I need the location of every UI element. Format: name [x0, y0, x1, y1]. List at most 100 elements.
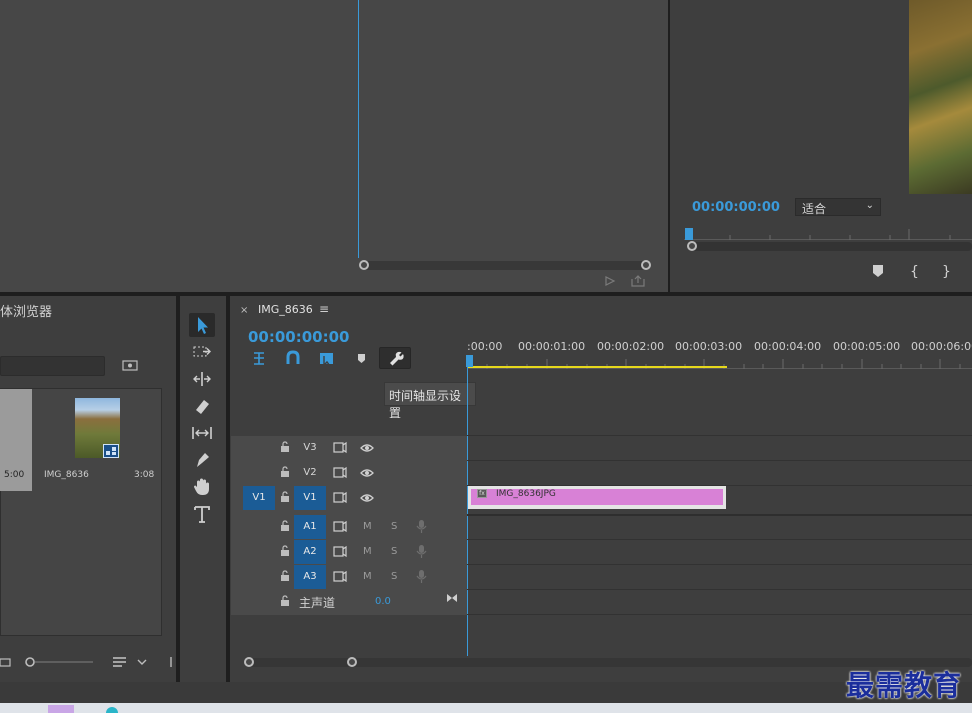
- solo-button[interactable]: S: [391, 571, 397, 582]
- program-time-ruler[interactable]: [684, 226, 972, 240]
- nest-icon[interactable]: [254, 352, 264, 365]
- hand-tool-icon[interactable]: [189, 475, 215, 499]
- track-name-v1[interactable]: V1: [294, 486, 326, 510]
- pen-tool-icon[interactable]: [189, 448, 215, 472]
- program-playhead[interactable]: [685, 228, 693, 240]
- linked-selection-icon[interactable]: [320, 353, 333, 367]
- track-name-v3[interactable]: V3: [294, 436, 326, 460]
- panel-menu-icon[interactable]: ≡: [319, 302, 329, 316]
- mark-out-icon[interactable]: }: [942, 264, 951, 280]
- list-view-icon[interactable]: [0, 658, 11, 667]
- solo-button[interactable]: S: [391, 521, 397, 532]
- media-browser-footer: [0, 654, 176, 670]
- scroll-handle-right[interactable]: [347, 657, 357, 667]
- toggle-sync-lock-icon[interactable]: [332, 466, 348, 480]
- svg-text:{: {: [910, 264, 919, 280]
- microphone-icon[interactable]: [414, 544, 430, 558]
- scroll-handle-left[interactable]: [244, 657, 254, 667]
- add-marker-icon[interactable]: [358, 354, 365, 363]
- microphone-icon[interactable]: [414, 569, 430, 583]
- solo-button[interactable]: S: [391, 546, 397, 557]
- timeline-timecode[interactable]: 00:00:00:00: [248, 328, 350, 346]
- ripple-edit-tool-icon[interactable]: [189, 367, 215, 391]
- playhead-line: [467, 366, 468, 656]
- microphone-icon[interactable]: [414, 519, 430, 533]
- scroll-handle-left[interactable]: [359, 260, 369, 270]
- go-to-end-icon[interactable]: [446, 592, 458, 604]
- taskbar: [0, 703, 972, 713]
- media-browser-title[interactable]: 体浏览器: [0, 301, 52, 320]
- program-zoom-scrollbar[interactable]: [687, 241, 972, 251]
- zoom-slider[interactable]: [25, 657, 93, 667]
- lock-icon[interactable]: [280, 491, 290, 503]
- source-patch-v1[interactable]: V1: [243, 486, 275, 510]
- razor-tool-icon[interactable]: [189, 394, 215, 418]
- selection-tool-icon[interactable]: [189, 313, 215, 337]
- source-export-icons: [600, 273, 660, 289]
- watermark-text: 最需教育: [846, 669, 963, 702]
- source-monitor-panel: [0, 0, 668, 292]
- track-name-v2[interactable]: V2: [294, 461, 326, 485]
- toggle-sync-lock-icon[interactable]: [332, 491, 348, 505]
- master-track-label: 主声道: [299, 596, 336, 610]
- timeline-display-settings-button[interactable]: [379, 347, 411, 369]
- track-name-a3[interactable]: A3: [294, 565, 326, 589]
- lock-icon[interactable]: [280, 570, 290, 582]
- close-icon[interactable]: ×: [240, 305, 248, 316]
- toggle-sync-lock-icon[interactable]: [332, 520, 348, 534]
- mute-button[interactable]: M: [363, 521, 372, 532]
- toggle-sync-lock-icon[interactable]: [332, 545, 348, 559]
- toggle-sync-lock-icon[interactable]: [332, 441, 348, 455]
- track-name-a2[interactable]: A2: [294, 540, 326, 564]
- sequence-badge-icon: [103, 444, 119, 458]
- svg-text:}: }: [942, 264, 951, 280]
- track-name-a1[interactable]: A1: [294, 515, 326, 539]
- program-fit-select[interactable]: 适合 ⌄: [795, 198, 881, 216]
- add-marker-icon[interactable]: [873, 265, 883, 277]
- ruler-label: 00:00:03:00: [675, 340, 743, 353]
- scroll-handle-left[interactable]: [687, 241, 697, 251]
- eye-icon[interactable]: [359, 466, 375, 480]
- lock-icon[interactable]: [280, 441, 290, 453]
- toggle-sync-lock-icon[interactable]: [332, 570, 348, 584]
- master-volume-value[interactable]: 0.0: [375, 596, 391, 607]
- media-item-duration: 3:08: [134, 470, 155, 480]
- wrench-icon: [390, 351, 404, 366]
- export-frame-icon[interactable]: [600, 273, 660, 289]
- chevron-down-icon: ⌄: [865, 200, 874, 211]
- ruler-label: 00:00:05:00: [833, 340, 901, 353]
- media-item-duration: 5:00: [4, 470, 25, 480]
- snap-icon[interactable]: [286, 350, 300, 364]
- ruler-label: :00:00: [467, 340, 503, 353]
- sequence-tab[interactable]: IMG_8636: [258, 303, 313, 316]
- fit-label: 适合: [802, 202, 827, 216]
- new-bin-icon[interactable]: [122, 359, 138, 371]
- slip-tool-icon[interactable]: [189, 421, 215, 445]
- ruler-label: 00:00:01:00: [518, 340, 586, 353]
- lock-icon[interactable]: [280, 466, 290, 478]
- source-zoom-scrollbar[interactable]: [359, 260, 651, 270]
- source-monitor-divider: [358, 0, 359, 258]
- program-transport: { }: [870, 262, 970, 280]
- scroll-handle-right[interactable]: [641, 260, 651, 270]
- media-search-input[interactable]: [0, 356, 105, 376]
- clip-name: IMG_8636JPG: [496, 489, 556, 499]
- program-preview-image: [909, 0, 972, 194]
- fx-badge: fx: [477, 489, 487, 498]
- mute-button[interactable]: M: [363, 546, 372, 557]
- program-timecode[interactable]: 00:00:00:00: [692, 200, 780, 215]
- mark-in-icon[interactable]: {: [910, 264, 919, 280]
- track-select-tool-icon[interactable]: [189, 340, 215, 364]
- type-tool-icon[interactable]: [189, 502, 215, 526]
- mute-button[interactable]: M: [363, 571, 372, 582]
- work-area-bar[interactable]: [468, 366, 727, 368]
- media-item-name: IMG_8636: [44, 470, 89, 480]
- sort-icon[interactable]: [113, 657, 147, 667]
- ruler-label: 00:00:06:00: [911, 340, 972, 353]
- lock-icon[interactable]: [280, 545, 290, 557]
- eye-icon[interactable]: [359, 491, 375, 505]
- lock-icon[interactable]: [280, 595, 290, 607]
- eye-icon[interactable]: [359, 441, 375, 455]
- ruler-label: 00:00:02:00: [597, 340, 665, 353]
- lock-icon[interactable]: [280, 520, 290, 532]
